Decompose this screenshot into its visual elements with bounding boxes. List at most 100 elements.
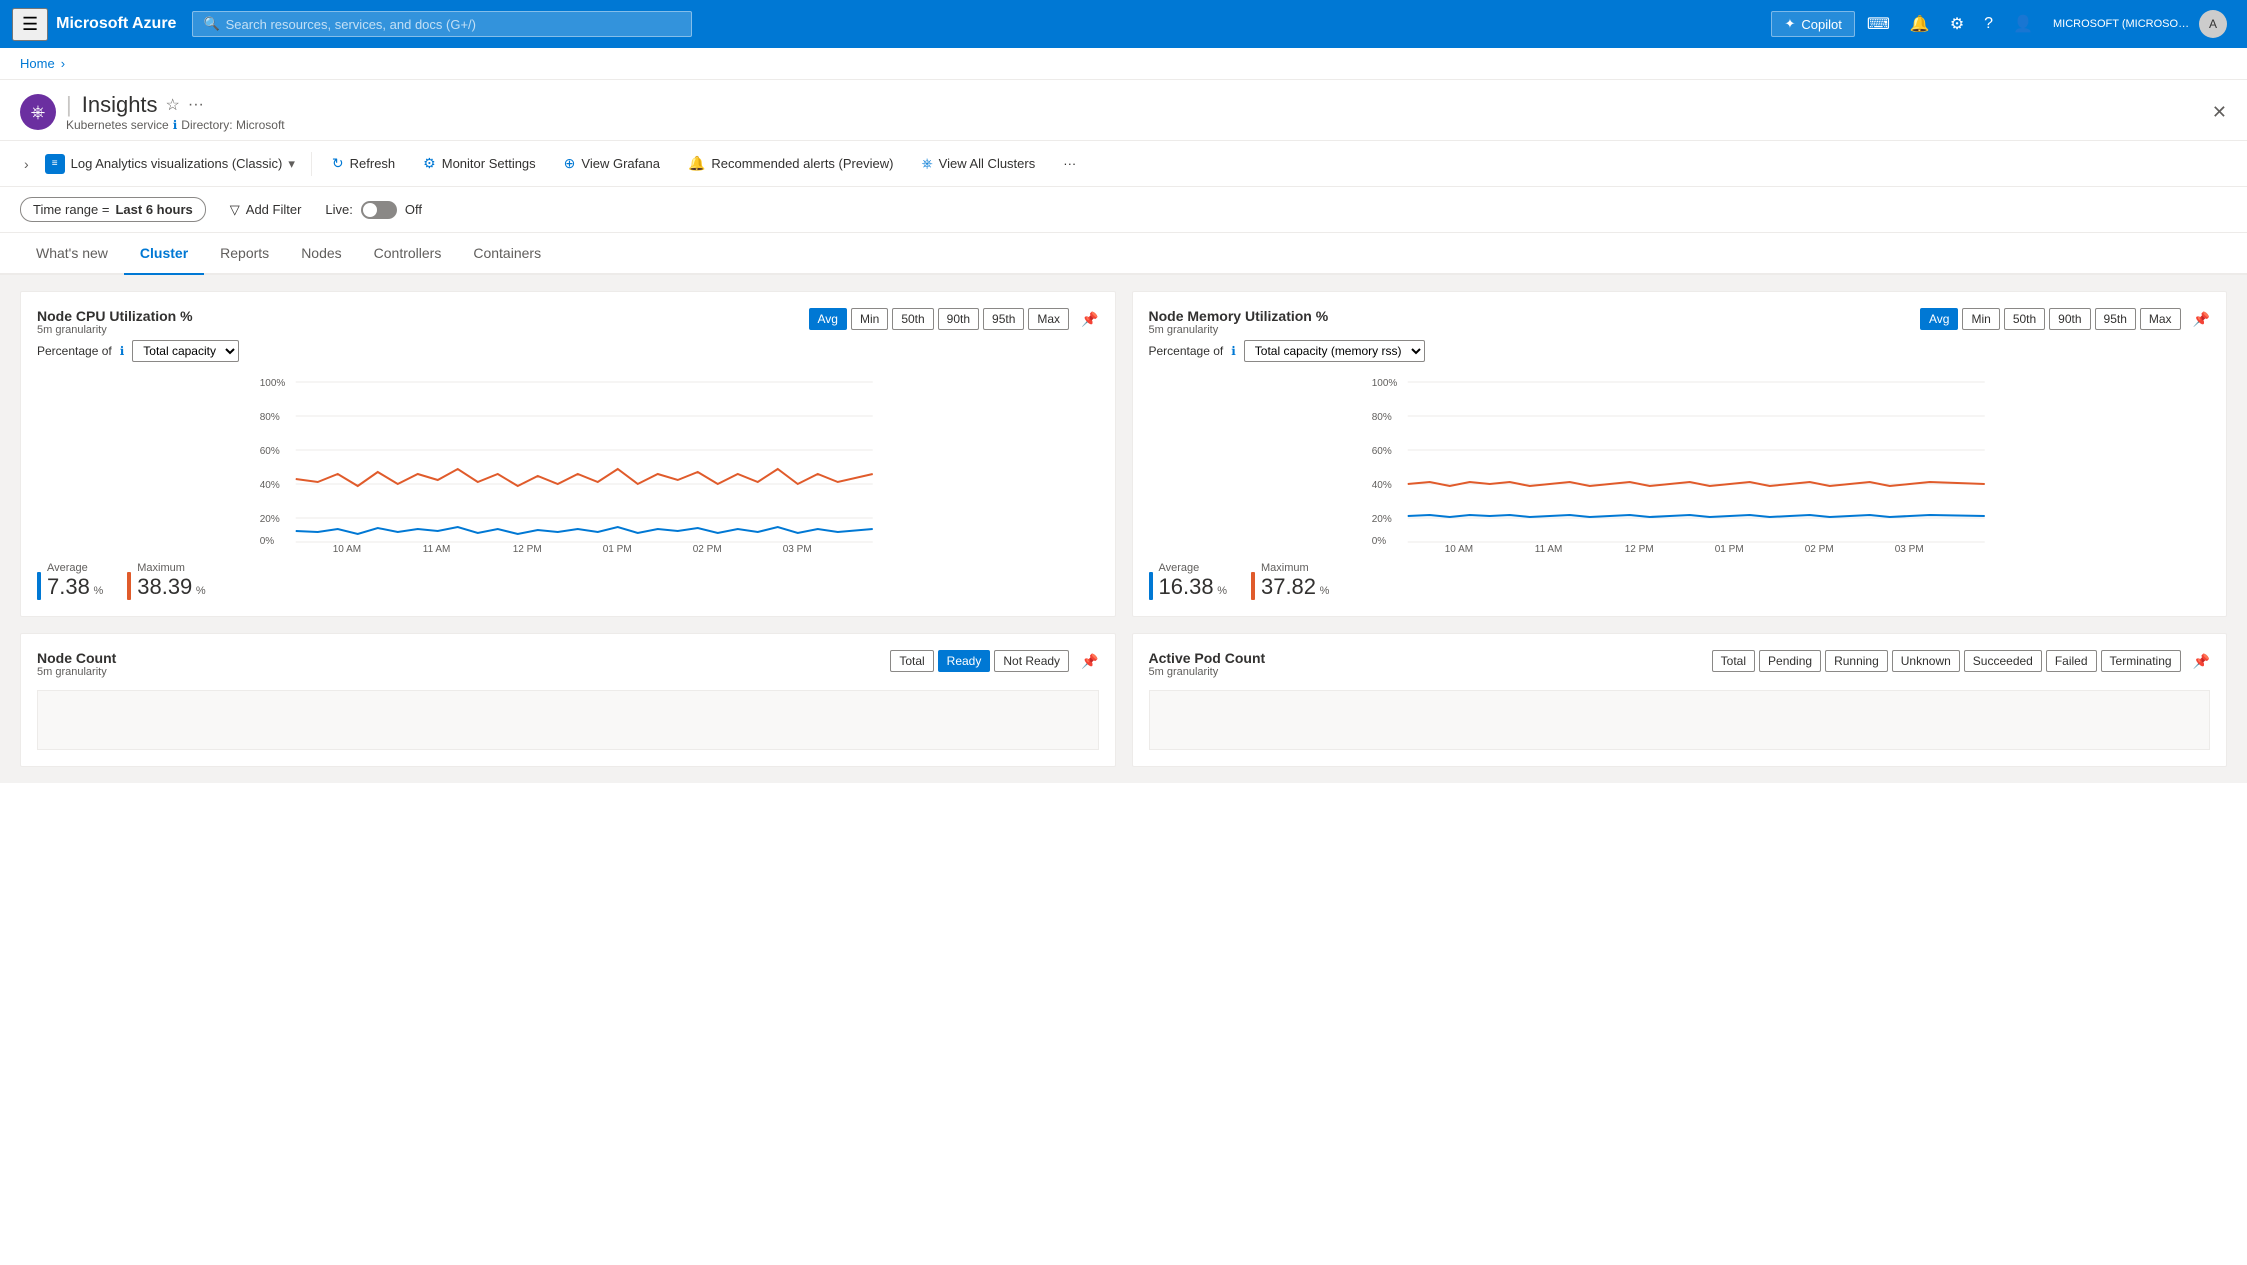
- pod-count-header: Active Pod Count 5m granularity Total Pe…: [1149, 650, 2211, 678]
- breadcrumb: Home ›: [0, 48, 2247, 80]
- cpu-capacity-select[interactable]: Total capacity: [132, 340, 239, 362]
- tab-cluster[interactable]: Cluster: [124, 233, 204, 275]
- cpu-avg-unit: %: [93, 585, 103, 597]
- settings-button[interactable]: ⚙: [1942, 8, 1972, 40]
- memory-info-icon: ℹ: [1231, 344, 1236, 358]
- pod-btn-running[interactable]: Running: [1825, 650, 1888, 672]
- nav-right: ✦ Copilot ⌨ 🔔 ⚙ ? 👤 MICROSOFT (MICROSOFT…: [1771, 6, 2235, 42]
- mem-avg-label: Average: [1159, 562, 1227, 574]
- terminal-button[interactable]: ⌨: [1859, 8, 1898, 40]
- close-button[interactable]: ✕: [2212, 102, 2227, 123]
- cpu-chart-title-group: Node CPU Utilization % 5m granularity: [37, 308, 193, 336]
- view-all-clusters-button[interactable]: ⎈ View All Clusters: [909, 149, 1047, 178]
- add-filter-button[interactable]: ▽ Add Filter: [218, 198, 314, 222]
- toolbar-more-button[interactable]: ···: [1051, 150, 1088, 177]
- pod-count-chart-placeholder: [1149, 690, 2211, 750]
- cpu-chart-legend: Average 7.38 % Maximum 38.39 %: [37, 562, 1099, 600]
- copilot-icon: ✦: [1784, 16, 1795, 32]
- time-range-filter[interactable]: Time range = Last 6 hours: [20, 197, 206, 222]
- svg-text:0%: 0%: [1371, 536, 1386, 547]
- pod-btn-succeeded[interactable]: Succeeded: [1964, 650, 2042, 672]
- cpu-pin-icon[interactable]: 📌: [1081, 311, 1098, 328]
- favorite-button[interactable]: ☆: [166, 95, 180, 115]
- mem-btn-avg[interactable]: Avg: [1920, 308, 1958, 330]
- copilot-button[interactable]: ✦ Copilot: [1771, 11, 1854, 37]
- svg-text:60%: 60%: [260, 446, 280, 457]
- toolbar-separator-1: [311, 152, 312, 176]
- cpu-chart-title: Node CPU Utilization %: [37, 308, 193, 324]
- svg-text:10 AM: 10 AM: [333, 544, 361, 554]
- pod-btn-total[interactable]: Total: [1712, 650, 1755, 672]
- pod-btn-failed[interactable]: Failed: [2046, 650, 2097, 672]
- node-btn-total[interactable]: Total: [890, 650, 933, 672]
- memory-percentage-label: Percentage of: [1149, 344, 1224, 358]
- page-title-group: | Insights ☆ ··· Kubernetes service ℹ Di…: [66, 92, 285, 132]
- live-toggle[interactable]: [361, 201, 397, 219]
- mem-btn-max[interactable]: Max: [2140, 308, 2181, 330]
- view-grafana-button[interactable]: ⊕ View Grafana: [552, 149, 672, 178]
- memory-chart-card: Node Memory Utilization % 5m granularity…: [1132, 291, 2228, 617]
- notifications-button[interactable]: 🔔: [1902, 8, 1938, 40]
- pod-btn-pending[interactable]: Pending: [1759, 650, 1821, 672]
- node-btn-ready[interactable]: Ready: [938, 650, 991, 672]
- cpu-btn-min[interactable]: Min: [851, 308, 888, 330]
- cpu-avg-label-group: Average 7.38 %: [47, 562, 103, 600]
- pod-pin-icon[interactable]: 📌: [2193, 653, 2210, 670]
- cpu-btn-90th[interactable]: 90th: [938, 308, 979, 330]
- mem-btn-95th[interactable]: 95th: [2095, 308, 2136, 330]
- cpu-btn-95th[interactable]: 95th: [983, 308, 1024, 330]
- page-header-actions: ✕: [2212, 102, 2227, 123]
- pod-btn-terminating[interactable]: Terminating: [2101, 650, 2181, 672]
- top-nav: ☰ Microsoft Azure 🔍 ✦ Copilot ⌨ 🔔 ⚙ ? 👤 …: [0, 0, 2247, 48]
- tab-containers[interactable]: Containers: [457, 233, 557, 275]
- user-avatar: A: [2199, 10, 2227, 38]
- refresh-button[interactable]: ↻ Refresh: [320, 149, 407, 178]
- tab-controllers[interactable]: Controllers: [358, 233, 458, 275]
- search-bar[interactable]: 🔍: [192, 11, 692, 37]
- svg-text:40%: 40%: [260, 480, 280, 491]
- recommended-alerts-button[interactable]: 🔔 Recommended alerts (Preview): [676, 149, 906, 178]
- cpu-btn-max[interactable]: Max: [1028, 308, 1069, 330]
- tab-nodes[interactable]: Nodes: [285, 233, 357, 275]
- monitor-settings-button[interactable]: ⚙ Monitor Settings: [411, 149, 548, 178]
- user-account[interactable]: MICROSOFT (MICROSOFT.ONMI... A: [2045, 6, 2235, 42]
- feedback-button[interactable]: 👤: [2005, 8, 2041, 40]
- svg-text:80%: 80%: [1371, 412, 1391, 423]
- memory-capacity-select[interactable]: Total capacity (memory rss): [1244, 340, 1425, 362]
- more-options-button[interactable]: ···: [188, 96, 204, 114]
- search-input[interactable]: [226, 17, 682, 32]
- help-button[interactable]: ?: [1976, 9, 2001, 39]
- active-pod-card: Active Pod Count 5m granularity Total Pe…: [1132, 633, 2228, 767]
- svg-text:02 PM: 02 PM: [1804, 544, 1833, 554]
- live-section: Live: Off: [325, 201, 422, 219]
- node-btn-not-ready[interactable]: Not Ready: [994, 650, 1069, 672]
- cpu-chart-header: Node CPU Utilization % 5m granularity Av…: [37, 308, 1099, 336]
- mem-btn-90th[interactable]: 90th: [2049, 308, 2090, 330]
- mem-btn-min[interactable]: Min: [1962, 308, 1999, 330]
- service-dropdown[interactable]: ≡ Log Analytics visualizations (Classic)…: [37, 150, 303, 178]
- tab-whats-new[interactable]: What's new: [20, 233, 124, 275]
- svg-text:80%: 80%: [260, 412, 280, 423]
- search-icon: 🔍: [203, 16, 219, 32]
- mem-max-label: Maximum: [1261, 562, 1329, 574]
- toolbar-expand-button[interactable]: ›: [20, 152, 33, 176]
- cpu-btn-avg[interactable]: Avg: [809, 308, 847, 330]
- svg-text:01 PM: 01 PM: [1714, 544, 1743, 554]
- cpu-btn-50th[interactable]: 50th: [892, 308, 933, 330]
- mem-avg-legend: Average 16.38 %: [1149, 562, 1227, 600]
- filter-icon: ▽: [230, 202, 240, 218]
- breadcrumb-separator: ›: [61, 56, 65, 71]
- tab-reports[interactable]: Reports: [204, 233, 285, 275]
- breadcrumb-home[interactable]: Home: [20, 56, 55, 71]
- node-count-subtitle: 5m granularity: [37, 666, 116, 678]
- cpu-avg-label: Average: [47, 562, 103, 574]
- cpu-percentage-label: Percentage of: [37, 344, 112, 358]
- chevron-down-icon: ▾: [288, 156, 295, 172]
- node-pin-icon[interactable]: 📌: [1081, 653, 1098, 670]
- memory-pin-icon[interactable]: 📌: [2193, 311, 2210, 328]
- mem-btn-50th[interactable]: 50th: [2004, 308, 2045, 330]
- time-range-value: Last 6 hours: [115, 202, 192, 217]
- pod-btn-unknown[interactable]: Unknown: [1892, 650, 1960, 672]
- node-count-chart-placeholder: [37, 690, 1099, 750]
- hamburger-button[interactable]: ☰: [12, 8, 48, 41]
